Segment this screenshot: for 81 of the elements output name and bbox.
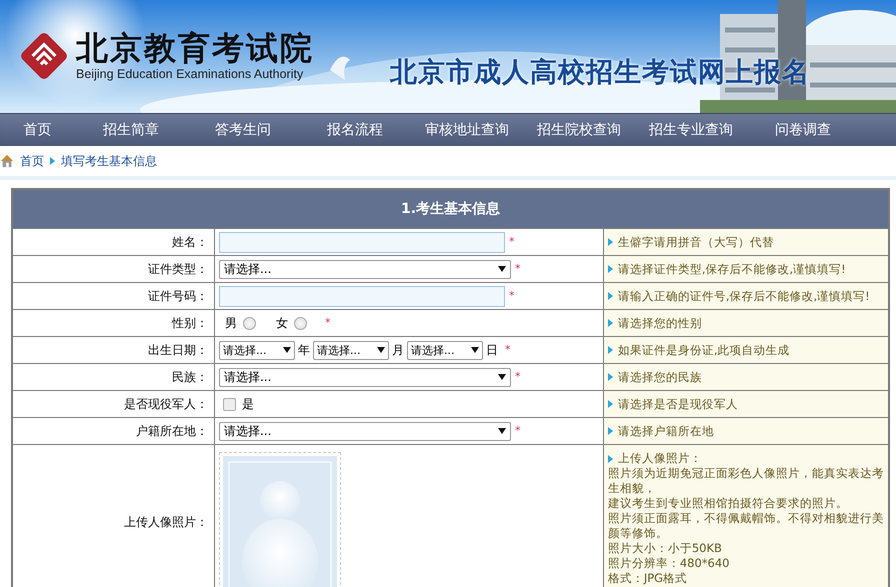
arrow-icon [50, 157, 55, 165]
hint-text: 请选择您的性别 [618, 316, 702, 330]
organization-name: 北京教育考试院 [76, 30, 314, 66]
nav-link[interactable]: 报名流程 [299, 121, 411, 139]
nav-link[interactable]: 招生简章 [75, 121, 187, 139]
caret-icon [282, 347, 291, 353]
nav-link[interactable]: 审核地址查询 [411, 121, 523, 139]
checkbox[interactable] [222, 398, 236, 410]
option-label: 是 [242, 396, 254, 410]
input-field[interactable] [218, 232, 505, 252]
breadcrumb-link[interactable]: 填写考生基本信息 [61, 152, 157, 170]
required-mark: * [514, 425, 520, 437]
field-label: 证件号码： [148, 288, 208, 302]
field-label: 民族： [172, 370, 208, 384]
arrow-icon [608, 427, 613, 435]
caret-icon [498, 374, 506, 380]
required-mark: * [508, 290, 514, 302]
section-header: 1.考生基本信息 [12, 189, 889, 228]
hint-text: 请选择证件类型,保存后不能修改,谨慎填写! [618, 262, 846, 276]
field-label: 出生日期： [148, 342, 208, 356]
hint-text: 请输入正确的证件号,保存后不能修改,谨慎填写! [618, 288, 870, 304]
arrow-icon [608, 454, 613, 462]
organization-name-english: Beijing Education Examinations Authority [76, 66, 304, 82]
hint-text: 照片须为近期免冠正面彩色人像照片，能真实表达考生相貌， [608, 466, 884, 496]
nav-link[interactable]: 招生院校查询 [523, 121, 635, 139]
hint-text: 请选择是否是现役军人 [618, 396, 738, 412]
hint-text: 上传人像照片： [618, 451, 702, 466]
arrow-icon [608, 400, 613, 408]
dropdown[interactable]: 请选择... [312, 340, 389, 360]
caret-icon [376, 347, 385, 353]
person-silhouette-icon [222, 456, 337, 587]
dropdown[interactable]: 请选择... [218, 340, 295, 360]
required-mark: * [514, 371, 520, 383]
arrow-icon [608, 319, 613, 327]
hint-text: 请选择您的民族 [618, 370, 702, 384]
required-mark: * [508, 236, 514, 248]
arrow-icon [608, 373, 613, 381]
arrow-icon [608, 346, 613, 354]
photo-placeholder[interactable] [218, 452, 341, 587]
dropdown[interactable]: 请选择... [406, 340, 483, 360]
field-label: 上传人像照片： [124, 515, 208, 529]
hint-text: 格式：JPG格式 [608, 571, 688, 586]
hint-text: 请选择户籍所在地 [618, 424, 714, 438]
arrow-icon [608, 292, 613, 300]
field-label: 证件类型： [148, 262, 208, 276]
radio-button[interactable] [242, 316, 256, 330]
caret-icon [498, 266, 506, 272]
field-label: 户籍所在地： [136, 424, 208, 438]
nav-link[interactable]: 首页 [0, 121, 75, 139]
home-icon [0, 154, 14, 168]
field-label: 姓名： [172, 234, 208, 248]
hint-text: 照片分辨率：480*640 [608, 556, 730, 571]
option-label: 男 [224, 316, 237, 330]
required-mark: * [514, 263, 520, 275]
radio-button[interactable] [294, 316, 307, 330]
required-mark: * [504, 344, 510, 356]
nav-link[interactable]: 招生专业查询 [635, 121, 747, 139]
hint-text: 照片大小：小于50KB [608, 541, 723, 556]
dropdown[interactable]: 请选择... [218, 422, 511, 440]
field-label: 性别： [172, 316, 208, 330]
unit-label: 月 [392, 342, 404, 356]
site-title: 北京市成人高校招生考试网上报名 [390, 56, 810, 90]
caret-icon [470, 347, 479, 353]
unit-label: 日 [486, 342, 498, 356]
breadcrumb-link[interactable]: 首页 [20, 152, 44, 170]
nav-link[interactable]: 答考生问 [187, 121, 299, 139]
field-label: 是否现役军人： [124, 396, 208, 410]
caret-icon [498, 428, 506, 434]
required-mark: * [324, 317, 330, 329]
arrow-icon [608, 265, 613, 273]
hint-text: 如果证件是身份证,此项自动生成 [618, 342, 790, 358]
arrow-icon [608, 238, 613, 246]
option-label: 女 [276, 316, 288, 330]
input-field[interactable] [218, 286, 505, 306]
hint-text: 建议考生到专业照相馆拍摄符合要求的照片。 [608, 496, 849, 511]
hint-text: 照片须正面露耳，不得佩戴帽饰。不得对相貌进行美颜等修饰。 [608, 511, 884, 541]
dropdown[interactable]: 请选择... [218, 260, 511, 278]
nav-link[interactable]: 问卷调查 [747, 121, 859, 139]
hint-text: 生僻字请用拼音（大写）代替 [618, 234, 774, 250]
dropdown[interactable]: 请选择... [218, 368, 511, 386]
unit-label: 年 [298, 342, 310, 356]
